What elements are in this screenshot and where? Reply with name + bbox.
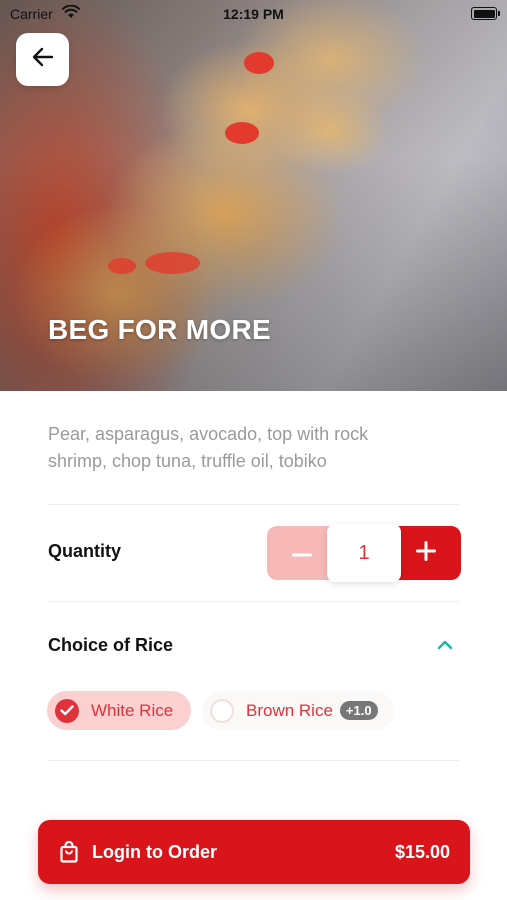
- tobiko-garnish: [108, 258, 136, 274]
- divider: [48, 760, 459, 761]
- battery-icon: [471, 7, 500, 20]
- rice-option-label: White Rice: [91, 700, 174, 720]
- divider: [48, 601, 459, 602]
- minus-icon: [292, 544, 312, 562]
- status-bar: Carrier 12:19 PM: [0, 0, 507, 28]
- plus-icon: [416, 540, 436, 566]
- rice-option-brown[interactable]: Brown Rice +1.0: [202, 691, 394, 730]
- shopping-bag-icon: [60, 841, 78, 863]
- clock: 12:19 PM: [223, 6, 284, 22]
- dish-title: BEG FOR MORE: [48, 314, 271, 345]
- back-button[interactable]: [16, 33, 69, 86]
- quantity-stepper: 1: [267, 524, 461, 582]
- quantity-label: Quantity: [48, 541, 122, 561]
- radio-unchecked-icon: [210, 698, 234, 723]
- price-extra-badge: +1.0: [339, 701, 378, 720]
- order-total-price: $15.00: [394, 841, 450, 862]
- chevron-up-icon[interactable]: [435, 638, 455, 657]
- quantity-value: 1: [327, 524, 401, 582]
- order-button-label: Login to Order: [92, 841, 217, 862]
- dish-description: Pear, asparagus, avocado, top with rock …: [48, 424, 369, 471]
- rice-option-white[interactable]: White Rice: [47, 691, 191, 730]
- increase-quantity-button[interactable]: [391, 526, 461, 580]
- check-icon: [55, 698, 79, 723]
- rice-option-label: Brown Rice: [246, 700, 333, 720]
- divider: [48, 504, 459, 505]
- tobiko-garnish: [225, 122, 259, 144]
- rice-section-title: Choice of Rice: [48, 635, 174, 655]
- arrow-left-icon: [32, 47, 54, 72]
- login-to-order-button[interactable]: Login to Order $15.00: [38, 820, 470, 884]
- tobiko-garnish: [244, 52, 274, 74]
- tobiko-garnish: [145, 252, 200, 274]
